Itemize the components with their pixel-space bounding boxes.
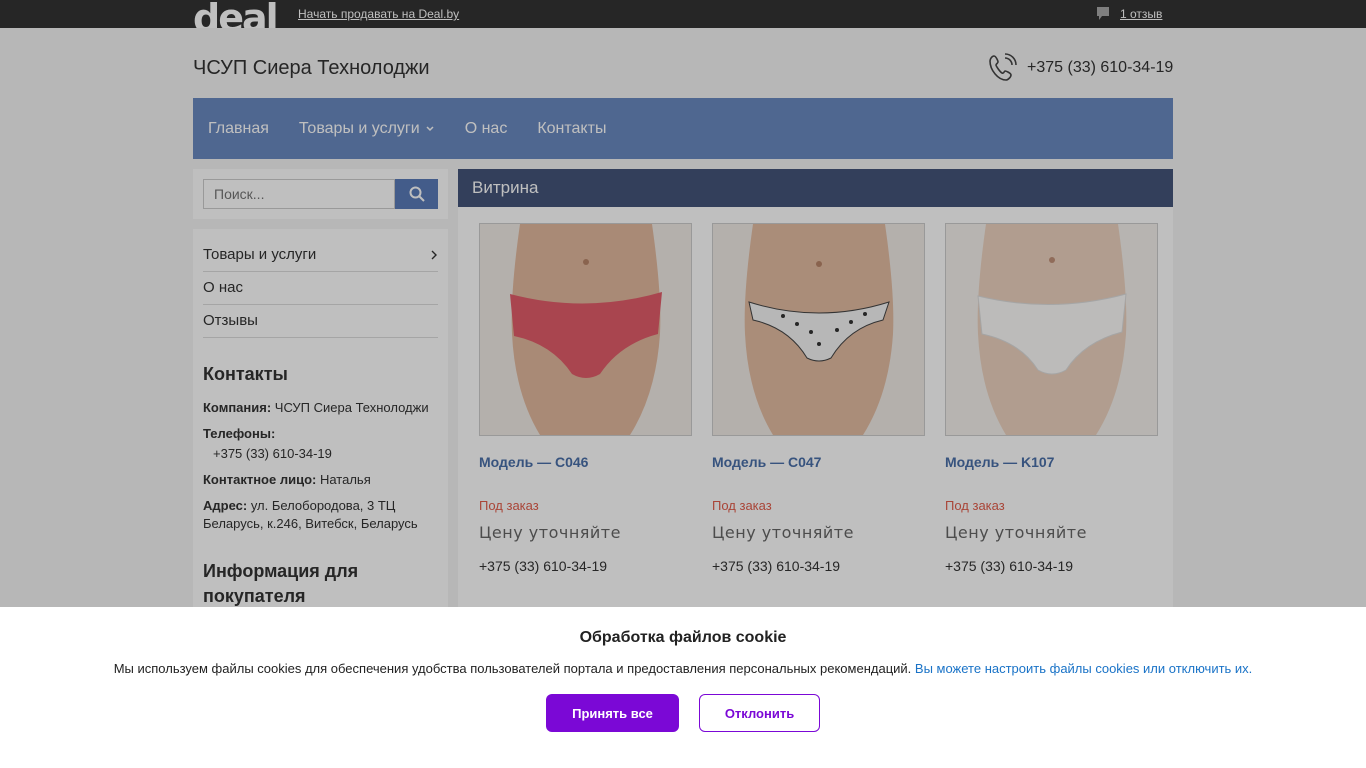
decline-button[interactable]: Отклонить xyxy=(699,694,820,732)
cookie-buttons: Принять все Отклонить xyxy=(0,694,1366,732)
cookie-banner: Обработка файлов cookie Мы используем фа… xyxy=(0,607,1366,768)
cookie-text: Мы используем файлы cookies для обеспече… xyxy=(113,661,912,676)
overlay-dim xyxy=(0,0,1366,607)
cookie-settings-link[interactable]: Вы можете настроить файлы cookies или от… xyxy=(915,661,1252,676)
cookie-title: Обработка файлов cookie xyxy=(579,629,787,646)
cookie-description: Мы используем файлы cookies для обеспече… xyxy=(0,661,1366,676)
accept-all-button[interactable]: Принять все xyxy=(546,694,679,732)
